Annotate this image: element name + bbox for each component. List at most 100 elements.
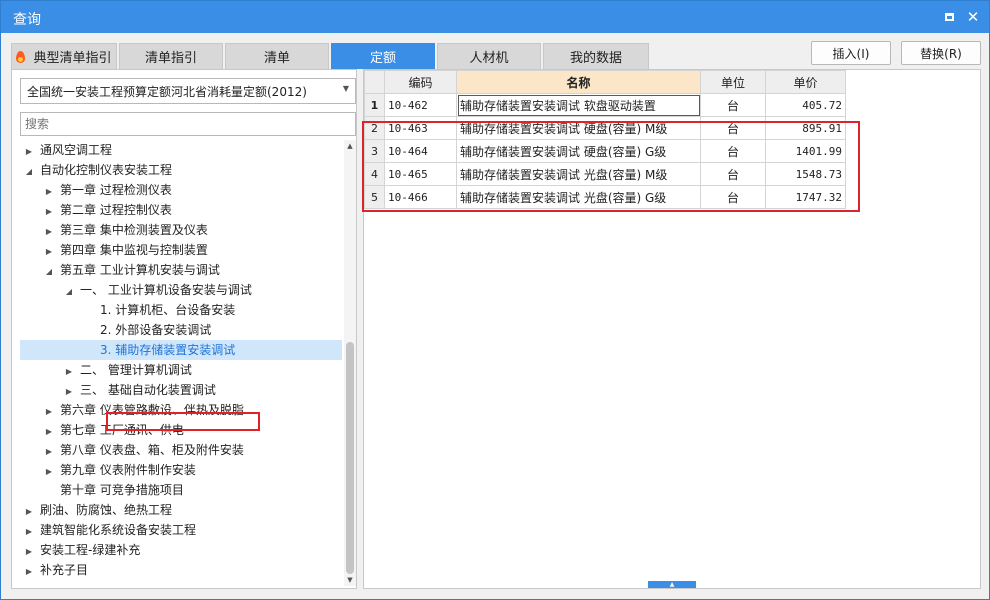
tab-labor-material-machine[interactable]: 人材机 [437, 43, 541, 69]
expand-arrow-icon[interactable]: ▶ [42, 402, 56, 422]
tree-scrollbar[interactable]: ▲ ▼ [344, 140, 356, 586]
expand-arrow-icon[interactable]: ▶ [42, 222, 56, 242]
row-number[interactable]: 4 [364, 162, 385, 186]
table-row[interactable]: 2 10-463 辅助存储装置安装调试 硬盘(容量) M级台 895.91 [364, 116, 846, 140]
expand-arrow-icon[interactable]: ▶ [22, 522, 36, 542]
row-number[interactable]: 2 [364, 116, 385, 140]
row-number[interactable]: 3 [364, 139, 385, 163]
tree-node[interactable]: 3. 辅助存储装置安装调试 [20, 340, 342, 360]
scroll-down-icon[interactable]: ▼ [344, 574, 356, 586]
tree-node[interactable]: ▶ 第四章 集中监视与控制装置 [42, 240, 208, 260]
scroll-thumb[interactable] [346, 342, 354, 574]
quota-table: 编码 名称 单位 单价 1 10-462 辅助存储装置安装调试 软盘驱动装置台 405… [364, 70, 846, 209]
tree-node[interactable]: 1. 计算机柜、台设备安装 [82, 300, 235, 320]
expand-arrow-icon[interactable]: ▶ [42, 182, 56, 202]
tree-node-label: 第五章 工业计算机安装与调试 [60, 263, 220, 277]
unit-header[interactable]: 单位 [700, 70, 766, 94]
tree-node[interactable]: ▶ 安装工程-绿建补充 [22, 540, 140, 560]
collapse-arrow-icon[interactable]: ◢ [22, 162, 36, 182]
name-cell[interactable]: 辅助存储装置安装调试 硬盘(容量) G级 [456, 139, 701, 163]
table-row[interactable]: 3 10-464 辅助存储装置安装调试 硬盘(容量) G级台 1401.99 [364, 139, 846, 163]
tree-node[interactable]: 第十章 可竞争措施项目 [42, 480, 184, 500]
tree-node[interactable]: ▶ 第三章 集中检测装置及仪表 [42, 220, 208, 240]
expand-arrow-icon[interactable]: ▶ [22, 562, 36, 582]
search-input[interactable] [20, 112, 356, 136]
chapter-tree: ▶ 通风空调工程 ◢ 自动化控制仪表安装工程 ▶ 第一章 过程检测仪表 ▶ 第二章 过程控制仪… [12, 140, 344, 586]
tree-node[interactable]: ▶ 第九章 仪表附件制作安装 [42, 460, 196, 480]
price-cell[interactable]: 1401.99 [765, 139, 846, 163]
tab-bill[interactable]: 清单 [225, 43, 329, 69]
price-cell[interactable]: 1747.32 [765, 185, 846, 209]
tree-node[interactable]: ▶ 二、 管理计算机调试 [62, 360, 192, 380]
tree-node[interactable]: ▶ 第一章 过程检测仪表 [42, 180, 172, 200]
tab-quota[interactable]: 定额 [331, 43, 435, 69]
tree-node[interactable]: ◢ 自动化控制仪表安装工程 [22, 160, 172, 180]
name-cell[interactable]: 辅助存储装置安装调试 光盘(容量) M级 [456, 162, 701, 186]
restore-button[interactable] [939, 7, 959, 27]
table-row[interactable]: 4 10-465 辅助存储装置安装调试 光盘(容量) M级台 1548.73 [364, 162, 846, 186]
tree-node[interactable]: ▶ 补充子目 [22, 560, 88, 580]
name-header[interactable]: 名称 [456, 70, 701, 94]
tab-label: 定额 [369, 51, 396, 66]
name-cell[interactable]: 辅助存储装置安装调试 软盘驱动装置 [456, 93, 701, 117]
tree-node[interactable]: ▶ 刷油、防腐蚀、绝热工程 [22, 500, 172, 520]
tree-node[interactable]: ▶ 通风空调工程 [22, 140, 112, 160]
expand-arrow-icon[interactable]: ▶ [42, 202, 56, 222]
tree-node-label: 3. 辅助存储装置安装调试 [100, 343, 236, 357]
tree-node[interactable]: 2. 外部设备安装调试 [82, 320, 211, 340]
row-number[interactable]: 5 [364, 185, 385, 209]
code-cell[interactable]: 10-464 [384, 139, 457, 163]
name-cell[interactable]: 辅助存储装置安装调试 光盘(容量) G级 [456, 185, 701, 209]
tree-node[interactable]: ▶ 第八章 仪表盘、箱、柜及附件安装 [42, 440, 244, 460]
tab-label: 典型清单指引 [33, 51, 112, 66]
expand-arrow-icon[interactable]: ▶ [42, 242, 56, 262]
tab-my-data[interactable]: 我的数据 [543, 43, 649, 69]
row-number[interactable]: 1 [364, 93, 385, 117]
code-cell[interactable]: 10-466 [384, 185, 457, 209]
code-cell[interactable]: 10-463 [384, 116, 457, 140]
unit-cell[interactable]: 台 [700, 93, 766, 117]
expand-arrow-icon[interactable]: ▶ [42, 462, 56, 482]
table-row[interactable]: 1 10-462 辅助存储装置安装调试 软盘驱动装置台 405.72 [364, 93, 846, 117]
code-cell[interactable]: 10-462 [384, 93, 457, 117]
replace-button[interactable]: 替换(R) [901, 41, 981, 65]
price-cell[interactable]: 895.91 [765, 116, 846, 140]
price-header[interactable]: 单价 [765, 70, 846, 94]
tree-node-label: 通风空调工程 [40, 143, 113, 157]
unit-cell[interactable]: 台 [700, 185, 766, 209]
scroll-up-icon[interactable]: ▲ [344, 140, 356, 152]
collapse-arrow-icon[interactable]: ◢ [42, 262, 56, 282]
panel-expand-handle[interactable]: ▲ [648, 581, 696, 588]
collapse-arrow-icon[interactable]: ◢ [62, 282, 76, 302]
expand-arrow-icon[interactable]: ▶ [62, 362, 76, 382]
close-icon: ✕ [966, 7, 980, 26]
tree-node[interactable]: ◢ 一、 工业计算机设备安装与调试 [62, 280, 252, 300]
expand-arrow-icon[interactable]: ▶ [42, 442, 56, 462]
tree-node[interactable]: ▶ 建筑智能化系统设备安装工程 [22, 520, 196, 540]
tab-bill-guide[interactable]: 清单指引 [119, 43, 223, 69]
expand-arrow-icon[interactable]: ▶ [62, 382, 76, 402]
tree-node[interactable]: ▶ 第二章 过程控制仪表 [42, 200, 172, 220]
quota-library-select[interactable]: 全国统一安装工程预算定额河北省消耗量定额(2012) ▼ [20, 78, 356, 104]
close-button[interactable]: ✕ [963, 7, 983, 27]
left-panel: 全国统一安装工程预算定额河北省消耗量定额(2012) ▼ ▶ 通风空调工程 ◢ 自动化… [11, 69, 357, 589]
unit-cell[interactable]: 台 [700, 139, 766, 163]
expand-arrow-icon[interactable]: ▶ [22, 502, 36, 522]
expand-arrow-icon[interactable]: ▶ [42, 422, 56, 442]
tree-node[interactable]: ▶ 三、 基础自动化装置调试 [62, 380, 216, 400]
tab-typical-bill-guide[interactable]: 典型清单指引 [11, 43, 117, 69]
code-cell[interactable]: 10-465 [384, 162, 457, 186]
restore-icon [944, 13, 954, 21]
title-bar: 查询 ✕ [1, 1, 989, 33]
tree-node[interactable]: ◢ 第五章 工业计算机安装与调试 [42, 260, 220, 280]
code-header[interactable]: 编码 [384, 70, 457, 94]
price-cell[interactable]: 405.72 [765, 93, 846, 117]
unit-cell[interactable]: 台 [700, 116, 766, 140]
name-cell[interactable]: 辅助存储装置安装调试 硬盘(容量) M级 [456, 116, 701, 140]
insert-button[interactable]: 插入(I) [811, 41, 891, 65]
expand-arrow-icon[interactable]: ▶ [22, 542, 36, 562]
price-cell[interactable]: 1548.73 [765, 162, 846, 186]
table-row[interactable]: 5 10-466 辅助存储装置安装调试 光盘(容量) G级台 1747.32 [364, 185, 846, 209]
unit-cell[interactable]: 台 [700, 162, 766, 186]
expand-arrow-icon[interactable]: ▶ [22, 142, 36, 162]
